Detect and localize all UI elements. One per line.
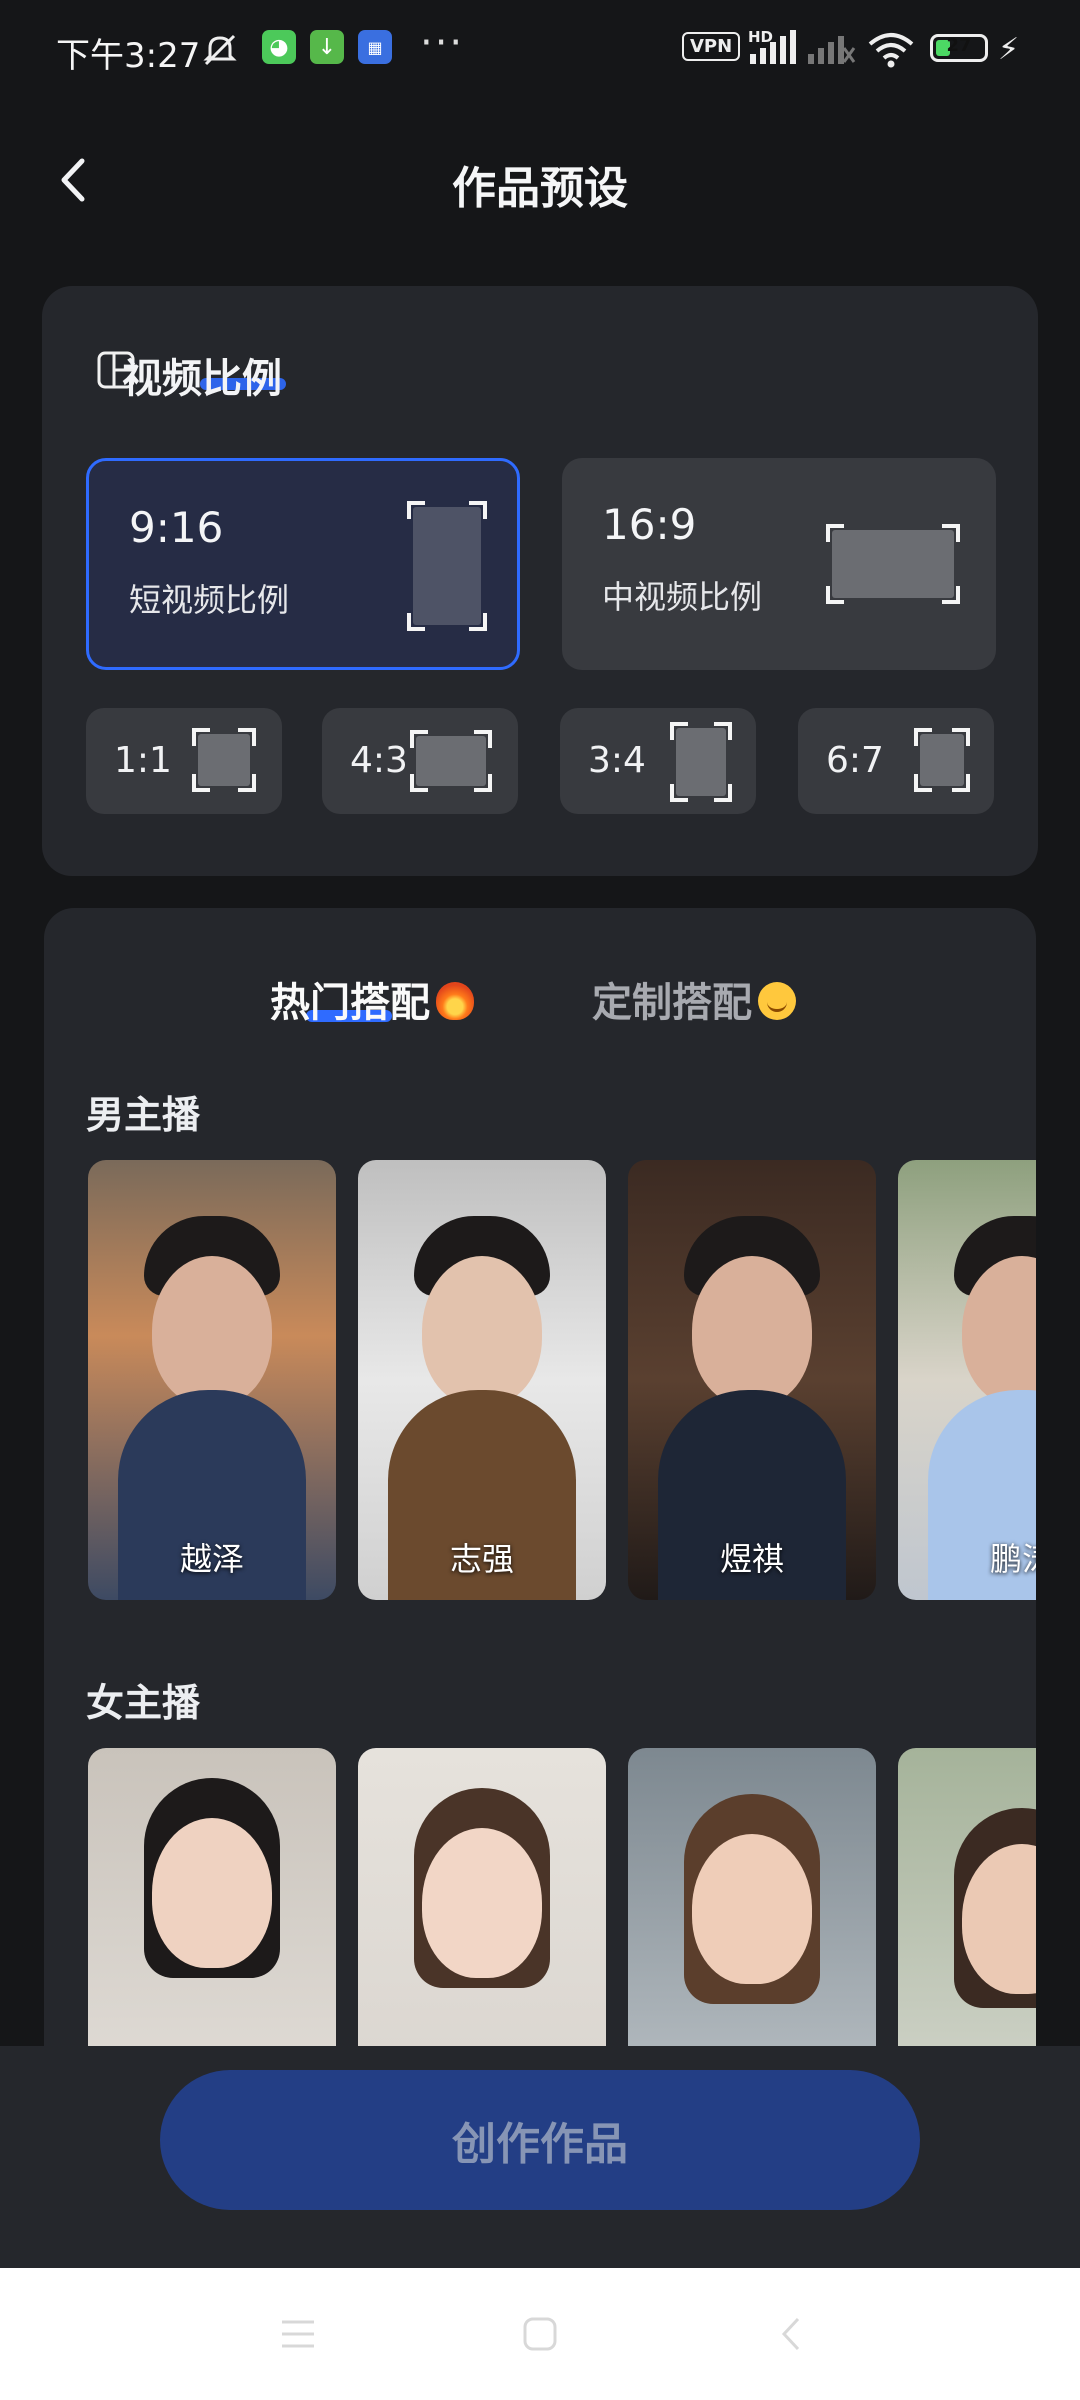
tab-hot-label: 热门搭配 — [270, 980, 430, 1026]
landscape-frame-icon — [410, 730, 492, 792]
download-icon: ↓ — [310, 30, 344, 64]
anchor-name: 越泽 — [179, 1540, 244, 1578]
portrait-frame-icon — [407, 501, 487, 631]
anchor-card[interactable]: 煜祺 — [628, 1160, 876, 1600]
anchor-card[interactable] — [88, 1748, 336, 2048]
anchor-face — [422, 1256, 542, 1406]
ratio-value: 16:9 — [602, 500, 697, 549]
back-nav-icon[interactable] — [776, 2316, 806, 2356]
hd-signal-icon: HD — [748, 28, 798, 68]
mute-icon — [200, 30, 240, 70]
ratio-option-1-1[interactable]: 1:1 — [86, 708, 282, 814]
more-notifications-icon: ··· — [420, 20, 465, 66]
anchor-face — [692, 1256, 812, 1406]
ratio-value: 4:3 — [350, 740, 408, 781]
anchor-card[interactable] — [358, 1748, 606, 2048]
anchor-face — [152, 1256, 272, 1406]
anchor-face — [422, 1828, 542, 1978]
create-work-button[interactable]: 创作作品 — [160, 2070, 920, 2210]
hd-label: HD — [748, 28, 774, 46]
anchor-card[interactable]: 志强 — [358, 1160, 606, 1600]
anchor-face — [152, 1818, 272, 1968]
anchor-card[interactable] — [898, 1748, 1036, 2048]
portrait-frame-icon — [914, 728, 970, 792]
ratio-option-16-9[interactable]: 16:9 中视频比例 — [562, 458, 996, 670]
anchor-face — [692, 1834, 812, 1984]
battery-level: 27 — [946, 35, 972, 56]
square-frame-icon — [192, 728, 256, 792]
anchor-card[interactable] — [628, 1748, 876, 2048]
ratio-value: 3:4 — [588, 740, 646, 781]
menu-icon[interactable] — [278, 2316, 318, 2356]
ratio-value: 9:16 — [129, 503, 224, 552]
portrait-frame-icon — [670, 722, 732, 802]
app-cat-icon: ◕ — [262, 30, 296, 64]
page-title: 作品预设 — [452, 163, 628, 214]
ratio-desc: 中视频比例 — [602, 578, 763, 616]
fire-icon — [436, 982, 474, 1020]
battery-icon: 27 — [930, 34, 988, 62]
smile-icon — [758, 982, 796, 1020]
anchor-card[interactable]: 越泽 — [88, 1160, 336, 1600]
tab-custom[interactable]: 定制搭配 — [592, 970, 796, 1028]
anchor-name: 煜祺 — [719, 1540, 784, 1578]
app-badge-icon: ▦ — [358, 30, 392, 64]
signal-2-icon — [806, 28, 856, 68]
landscape-frame-icon — [826, 524, 960, 604]
anchor-card[interactable]: 鹏涛 — [898, 1160, 1036, 1600]
ratio-value: 6:7 — [826, 740, 884, 781]
female-anchor-list — [88, 1748, 1036, 2048]
tab-hot[interactable]: 热门搭配 — [270, 970, 474, 1028]
male-anchor-list: 越泽 志强 煜祺 鹏涛 — [88, 1160, 1036, 1600]
status-time: 下午3:27 — [56, 36, 201, 76]
ratio-option-9-16[interactable]: 9:16 短视频比例 — [86, 458, 520, 670]
anchor-name: 志强 — [449, 1540, 514, 1578]
tab-custom-label: 定制搭配 — [592, 980, 752, 1026]
ratio-option-3-4[interactable]: 3:4 — [560, 708, 756, 814]
ratio-option-6-7[interactable]: 6:7 — [798, 708, 994, 814]
vpn-badge: VPN — [682, 32, 741, 61]
ratio-option-4-3[interactable]: 4:3 — [322, 708, 518, 814]
anchor-name: 鹏涛 — [989, 1540, 1036, 1578]
charging-icon: ⚡ — [998, 32, 1020, 67]
status-bar: 下午3:27 ◕ ↓ ▦ ··· VPN HD 27 ⚡ — [0, 0, 1080, 100]
home-icon[interactable] — [522, 2316, 558, 2356]
wifi-icon — [866, 30, 916, 70]
ratio-section-label: 视频比例 — [122, 356, 282, 402]
female-section-title: 女主播 — [86, 1681, 201, 1725]
male-section-title: 男主播 — [86, 1093, 201, 1137]
ratio-desc: 短视频比例 — [129, 581, 290, 619]
ratio-value: 1:1 — [114, 740, 172, 781]
